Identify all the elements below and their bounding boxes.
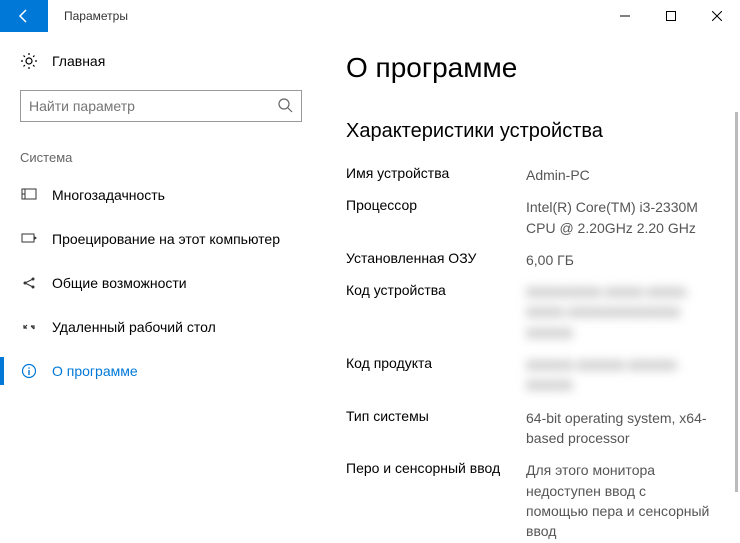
spec-label: Тип системы — [346, 408, 526, 449]
multitasking-icon — [20, 186, 38, 204]
spec-row-device-id: Код устройства XXXXXXXX-XXXX-XXXX-XXXX-X… — [346, 282, 710, 343]
scrollbar[interactable] — [735, 112, 738, 492]
spec-row-ram: Установленная ОЗУ 6,00 ГБ — [346, 250, 710, 270]
spec-label: Перо и сенсорный ввод — [346, 460, 526, 541]
window-title: Параметры — [64, 9, 128, 23]
spec-value: 64-bit operating system, x64-based proce… — [526, 408, 710, 449]
remote-desktop-icon — [20, 318, 38, 336]
nav-item-remote-desktop[interactable]: Удаленный рабочий стол — [0, 305, 316, 349]
maximize-icon — [666, 11, 676, 21]
section-label: Система — [20, 150, 316, 165]
minimize-icon — [620, 11, 630, 21]
spec-value-redacted: XXXXXXXX-XXXX-XXXX-XXXX-XXXXXXXXXXXX XXX… — [526, 282, 710, 343]
search-box[interactable] — [20, 90, 302, 122]
sidebar: Главная Система Многозадачность Проециро… — [0, 32, 316, 543]
nav-item-projecting[interactable]: Проецирование на этот компьютер — [0, 217, 316, 261]
spec-row-pen-touch: Перо и сенсорный ввод Для этого монитора… — [346, 460, 710, 541]
main-content: О программе Характеристики устройства Им… — [316, 32, 740, 543]
maximize-button[interactable] — [648, 0, 694, 32]
minimize-button[interactable] — [602, 0, 648, 32]
gear-icon — [20, 52, 38, 70]
home-label: Главная — [52, 53, 105, 69]
home-link[interactable]: Главная — [20, 52, 316, 70]
spec-row-product-id: Код продукта XXXXX-XXXXX-XXXXX-XXXXX — [346, 355, 710, 396]
nav-label: Многозадачность — [52, 187, 165, 203]
spec-row-device-name: Имя устройства Admin-PC — [346, 165, 710, 185]
spec-value: 6,00 ГБ — [526, 250, 574, 270]
spec-value-redacted: XXXXX-XXXXX-XXXXX-XXXXX — [526, 355, 710, 396]
search-input[interactable] — [29, 98, 277, 114]
spec-value: Для этого монитора недоступен ввод с пом… — [526, 460, 710, 541]
nav-item-about[interactable]: О программе — [0, 349, 316, 393]
close-button[interactable] — [694, 0, 740, 32]
nav-item-multitasking[interactable]: Многозадачность — [0, 173, 316, 217]
info-icon — [20, 362, 38, 380]
spec-label: Процессор — [346, 197, 526, 238]
nav-label: О программе — [52, 363, 138, 379]
close-icon — [712, 11, 722, 21]
spec-row-system-type: Тип системы 64-bit operating system, x64… — [346, 408, 710, 449]
spec-label: Код продукта — [346, 355, 526, 396]
window-controls — [602, 0, 740, 32]
spec-label: Код устройства — [346, 282, 526, 343]
nav-label: Удаленный рабочий стол — [52, 319, 216, 335]
shared-icon — [20, 274, 38, 292]
spec-row-processor: Процессор Intel(R) Core(TM) i3-2330M CPU… — [346, 197, 710, 238]
page-title: О программе — [346, 52, 710, 84]
search-icon — [277, 97, 293, 116]
spec-label: Имя устройства — [346, 165, 526, 185]
spec-value: Intel(R) Core(TM) i3-2330M CPU @ 2.20GHz… — [526, 197, 710, 238]
arrow-left-icon — [16, 8, 32, 24]
nav-label: Проецирование на этот компьютер — [52, 231, 280, 247]
nav-item-shared[interactable]: Общие возможности — [0, 261, 316, 305]
spec-label: Установленная ОЗУ — [346, 250, 526, 270]
projecting-icon — [20, 230, 38, 248]
spec-value: Admin-PC — [526, 165, 590, 185]
titlebar: Параметры — [0, 0, 740, 32]
back-button[interactable] — [0, 0, 48, 32]
nav-label: Общие возможности — [52, 275, 187, 291]
nav-list: Многозадачность Проецирование на этот ко… — [20, 173, 316, 393]
section-title: Характеристики устройства — [346, 120, 710, 143]
